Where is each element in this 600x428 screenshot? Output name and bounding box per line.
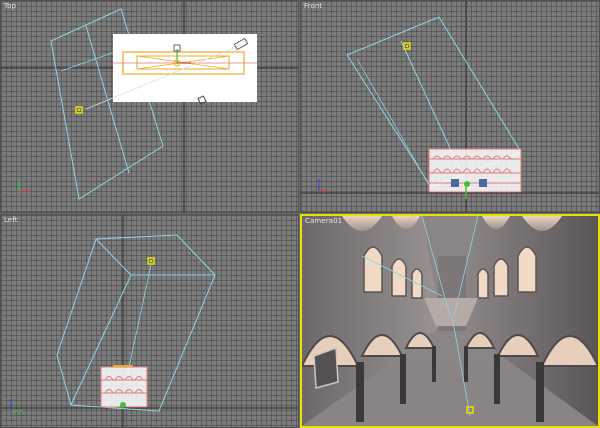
viewport-left[interactable]: Left — [0, 214, 299, 428]
camera-render — [302, 216, 598, 426]
axis-tripod-icon — [10, 399, 23, 412]
axis-tripod-icon — [18, 179, 31, 192]
viewport-label-top[interactable]: Top — [4, 2, 16, 10]
left-view-canvas — [1, 215, 298, 427]
front-view-canvas — [301, 1, 599, 212]
top-view-canvas — [1, 1, 298, 212]
viewport-front[interactable]: Front — [300, 0, 600, 213]
camera-icon — [75, 106, 83, 114]
camera-icon — [147, 257, 155, 265]
viewport-label-camera[interactable]: Camera01 — [305, 217, 342, 225]
camera-icon — [403, 42, 411, 50]
viewport-label-left[interactable]: Left — [4, 216, 18, 224]
viewport-camera[interactable]: Camera01 — [300, 214, 600, 428]
building-side — [100, 365, 148, 408]
viewport-layout: Top Front Left Camera01 — [0, 0, 600, 428]
viewport-label-front[interactable]: Front — [304, 2, 322, 10]
viewport-top[interactable]: Top — [0, 0, 299, 213]
building-facade — [428, 148, 522, 193]
axis-tripod-icon — [318, 179, 331, 192]
wall-painting — [313, 346, 339, 389]
